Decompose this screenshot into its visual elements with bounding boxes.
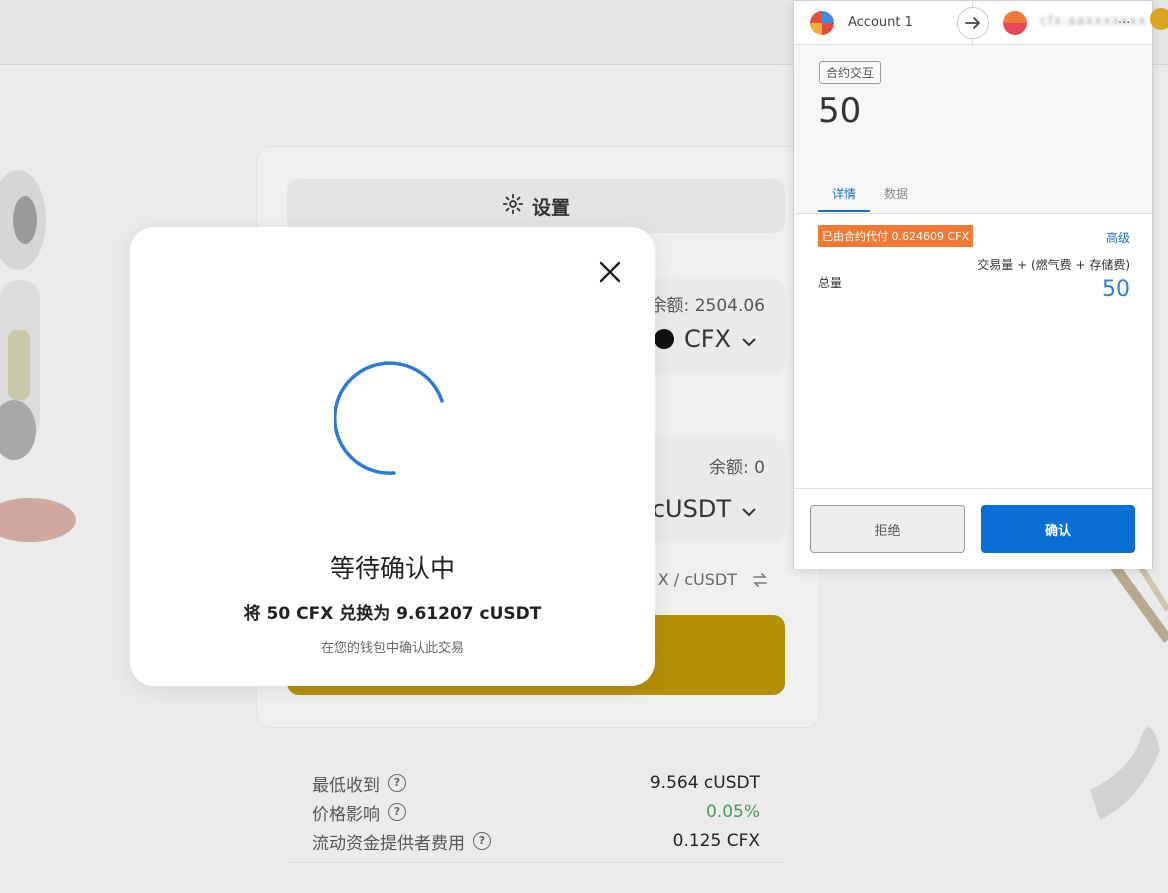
to-token-symbol: cUSDT xyxy=(651,495,731,523)
close-icon[interactable] xyxy=(597,259,623,285)
to-balance: 余额: 0 xyxy=(709,458,765,478)
info-row-lp-fee: 流动资金提供者费用? 0.125 CFX xyxy=(312,828,760,854)
info-label: 流动资金提供者费用 xyxy=(312,833,465,854)
wallet-header: Account 1 cfx:aaxxxxxxx ... xyxy=(794,1,1152,45)
chevron-down-icon xyxy=(741,495,757,523)
modal-title: 等待确认中 xyxy=(329,554,455,583)
account-name: Account 1 xyxy=(848,15,913,30)
help-icon[interactable]: ? xyxy=(388,774,406,792)
exchange-rate: X / cUSDT xyxy=(657,570,737,589)
settings-button[interactable]: 设置 xyxy=(287,179,785,233)
trade-info-panel: 最低收到? 9.564 cUSDT 价格影响? 0.05% 流动资金提供者费用?… xyxy=(288,762,784,863)
extension-check-icon[interactable] xyxy=(1150,8,1168,30)
modal-subtitle: 将 50 CFX 兑换为 9.61207 cUSDT xyxy=(243,604,542,624)
advanced-link[interactable]: 高级 xyxy=(1106,229,1130,246)
total-value: 50 xyxy=(1102,277,1130,302)
settings-label: 设置 xyxy=(531,196,570,219)
detail-tabs: 详情 数据 xyxy=(818,185,922,212)
total-formula: 交易量 + (燃气费 + 存储费) xyxy=(977,258,1130,272)
tab-data[interactable]: 数据 xyxy=(870,185,922,212)
info-value: 9.564 cUSDT xyxy=(649,773,760,793)
sponsored-fee-tag: 已由合约代付 0.624609 CFX xyxy=(818,225,974,247)
to-token-selector[interactable]: cUSDT xyxy=(652,495,757,523)
cfx-token-icon xyxy=(653,329,674,349)
transaction-amount: 50 xyxy=(818,91,862,131)
info-value: 0.05% xyxy=(705,802,760,822)
info-label: 最低收到 xyxy=(312,775,380,796)
reject-button[interactable]: 拒绝 xyxy=(810,505,965,553)
chevron-down-icon xyxy=(741,325,757,353)
confirm-button[interactable]: 确认 xyxy=(981,505,1135,553)
info-value: 0.125 CFX xyxy=(672,831,760,851)
background-illustration-left xyxy=(0,170,76,542)
background-illustration-right xyxy=(1090,548,1168,820)
recipient-address-ellipsis: ... xyxy=(1118,12,1131,27)
from-token-selector[interactable]: CFX xyxy=(653,325,757,353)
gear-icon xyxy=(502,193,524,220)
total-label: 总量 xyxy=(818,276,843,290)
info-label: 价格影响 xyxy=(312,804,380,825)
info-row-min-received: 最低收到? 9.564 cUSDT xyxy=(312,770,760,796)
recipient-avatar xyxy=(1003,11,1027,35)
transaction-summary: 合约交互 50 详情 数据 xyxy=(794,45,1152,214)
from-balance: 余额: 2504.06 xyxy=(649,296,765,316)
confirmation-modal: 等待确认中 将 50 CFX 兑换为 9.61207 cUSDT 在您的钱包中确… xyxy=(130,227,655,686)
from-token-symbol: CFX xyxy=(683,325,731,353)
arrow-right-icon xyxy=(957,7,989,39)
recipient-address: cfx:aaxxxxxxx xyxy=(1040,14,1147,29)
info-row-price-impact: 价格影响? 0.05% xyxy=(312,799,760,825)
wallet-actions: 拒绝 确认 xyxy=(794,488,1152,569)
account-avatar xyxy=(810,11,834,35)
help-icon[interactable]: ? xyxy=(473,832,491,850)
swap-rate-icon[interactable] xyxy=(751,571,769,594)
help-icon[interactable]: ? xyxy=(388,803,406,821)
wallet-popup: Account 1 cfx:aaxxxxxxx ... 合约交互 50 详情 数… xyxy=(793,0,1153,569)
contract-interaction-badge: 合约交互 xyxy=(819,61,882,84)
loading-spinner-icon xyxy=(333,361,448,475)
modal-hint: 在您的钱包中确认此交易 xyxy=(320,641,464,656)
tab-details[interactable]: 详情 xyxy=(818,185,871,212)
